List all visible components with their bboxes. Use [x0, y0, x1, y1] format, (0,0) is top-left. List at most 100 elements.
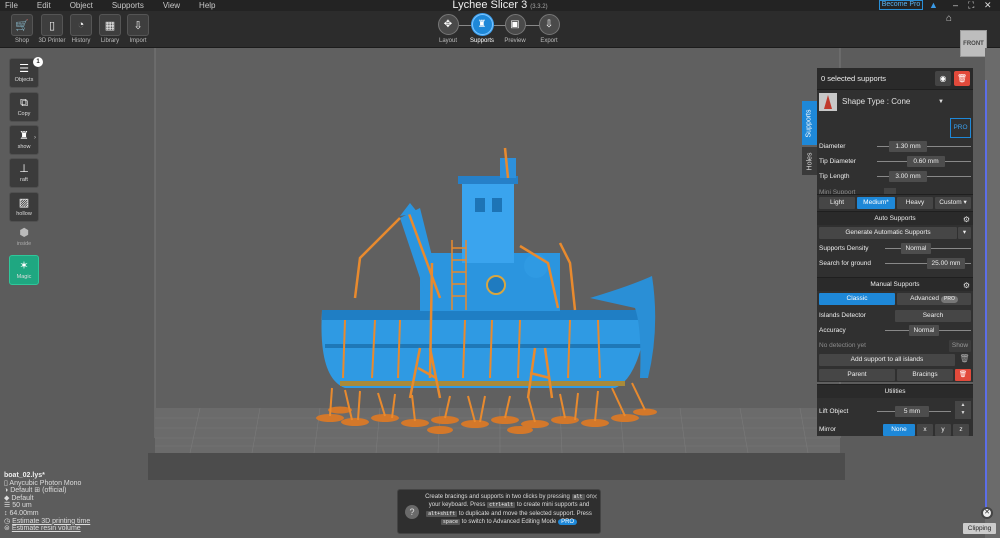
supports-panel: 0 selected supports ◉ 🗑 Shape Type : Con…: [817, 68, 973, 436]
mirror-z-button[interactable]: z: [953, 424, 969, 436]
lift-value[interactable]: 5 mm: [895, 406, 929, 417]
step-preview[interactable]: ▣ Preview: [499, 14, 531, 44]
show-label: show: [17, 144, 31, 150]
menu-edit[interactable]: Edit: [37, 1, 51, 10]
raft-button[interactable]: ⊥ raft: [9, 158, 39, 188]
maximize-icon[interactable]: ⛶: [968, 0, 974, 11]
tip-length-value[interactable]: 3.00 mm: [889, 171, 927, 182]
hollow-button[interactable]: ▨ hollow: [9, 192, 39, 222]
search-ground-value[interactable]: 25.00 mm: [927, 258, 965, 269]
hull-rim: [322, 310, 648, 320]
minimize-icon[interactable]: –: [953, 0, 958, 10]
shop-label: Shop: [14, 38, 29, 44]
step-layout[interactable]: ✥ Layout: [432, 14, 464, 44]
menu-supports[interactable]: Supports: [112, 1, 144, 10]
model-height-info: ↕ 64.00mm: [4, 509, 39, 517]
file-name: boat_02.lys*: [4, 472, 45, 479]
import-button[interactable]: ⇩ Import: [123, 14, 153, 44]
copy-button[interactable]: ⧉ Copy: [9, 92, 39, 122]
clipping-slider-handle[interactable]: ✕: [981, 507, 993, 519]
tip-diameter-value[interactable]: 0.60 mm: [907, 156, 945, 167]
profile-name: Default: [11, 494, 34, 502]
generate-supports-button[interactable]: Generate Automatic Supports: [819, 227, 957, 239]
clipping-button[interactable]: Clipping: [963, 523, 996, 534]
mirror-none-button[interactable]: None: [883, 424, 915, 436]
export-icon: ⇩: [538, 14, 560, 35]
show-islands-button[interactable]: Show: [949, 340, 971, 352]
chevron-right-icon[interactable]: ›: [34, 135, 36, 141]
printer-name: ▯ Anycubic Photon Mono: [4, 479, 82, 487]
view-cube[interactable]: FRONT: [960, 30, 987, 57]
estimate-time-link[interactable]: Estimate 3D printing time: [12, 518, 90, 525]
layer-height-info: ☰ 50 um: [4, 502, 32, 510]
warning-icon[interactable]: ▲: [929, 0, 938, 10]
menu-view[interactable]: View: [163, 1, 180, 10]
tip-text: Create bracings and supports in two clic…: [424, 493, 594, 527]
selected-count: 0 selected supports: [821, 74, 887, 83]
parent-button[interactable]: Parent: [819, 369, 895, 381]
density-value[interactable]: Normal: [901, 243, 931, 254]
auto-supports-section: Auto Supports ⚙ Generate Automatic Suppo…: [817, 211, 973, 277]
copy-icon: ⧉: [20, 97, 28, 109]
step-supports[interactable]: ♜ Supports: [466, 14, 498, 44]
shop-button[interactable]: 🛒 Shop: [7, 14, 37, 44]
lift-label: Lift Object: [819, 408, 849, 415]
accuracy-value[interactable]: Normal: [909, 325, 939, 336]
search-ground-label: Search for ground: [819, 260, 872, 267]
advanced-mode-button[interactable]: Advanced PRO: [897, 293, 971, 305]
classic-mode-button[interactable]: Classic: [819, 293, 895, 305]
inside-button[interactable]: ⬢ inside: [9, 222, 39, 252]
diameter-value[interactable]: 1.30 mm: [889, 141, 927, 152]
gear-icon[interactable]: ⚙: [963, 213, 970, 226]
menu-help[interactable]: Help: [199, 1, 215, 10]
generate-dropdown-caret[interactable]: ▾: [958, 227, 971, 239]
menu-file[interactable]: File: [5, 1, 18, 10]
delete-supports-icon[interactable]: 🗑: [955, 369, 971, 381]
tab-supports[interactable]: Supports: [802, 101, 817, 145]
add-support-all-islands-button[interactable]: Add support to all islands: [819, 354, 955, 366]
preset-heavy[interactable]: Heavy: [897, 197, 933, 209]
tab-holes-label: Holes: [806, 152, 813, 170]
delete-trash-icon[interactable]: 🗑: [954, 71, 970, 86]
hide-eye-icon[interactable]: ◉: [935, 71, 951, 86]
printer-icon: ▯: [41, 14, 63, 36]
become-pro-button[interactable]: Become Pro: [879, 0, 923, 10]
lift-stepper[interactable]: ▲ ▼: [955, 401, 971, 419]
cone-shape-icon: [819, 93, 837, 111]
preset-light[interactable]: Light: [819, 197, 855, 209]
trash-icon[interactable]: 🗑: [958, 354, 971, 366]
history-button[interactable]: ◔ History: [66, 14, 96, 44]
tip-part3: to create mini supports and: [516, 502, 590, 509]
list-icon: ☰: [19, 63, 29, 75]
window-2: [492, 198, 502, 212]
printer-button[interactable]: ▯ 3D Printer: [37, 14, 67, 44]
home-icon[interactable]: ⌂: [946, 13, 952, 24]
gear-icon[interactable]: ⚙: [963, 279, 970, 292]
tab-holes[interactable]: Holes: [802, 147, 817, 175]
tip-part6: to switch to Advanced Editing Mode: [461, 519, 557, 526]
history-label: History: [71, 38, 91, 44]
magic-button[interactable]: ✶ Magic: [9, 255, 39, 285]
shape-type-label: Shape Type : Cone: [842, 97, 911, 106]
bracings-button[interactable]: Bracings: [897, 369, 953, 381]
mirror-x-button[interactable]: x: [917, 424, 933, 436]
density-label: Supports Density: [819, 245, 869, 252]
shape-type-dropdown[interactable]: Shape Type : Cone ▼: [839, 93, 947, 111]
preset-medium[interactable]: Medium*: [857, 197, 895, 209]
tip-pro-badge: PRO: [558, 519, 578, 526]
library-icon: ▦: [99, 14, 121, 36]
shape-pro-badge[interactable]: PRO: [950, 118, 971, 138]
raft-label: raft: [20, 177, 28, 183]
menu-object[interactable]: Object: [70, 1, 93, 10]
library-button[interactable]: ▦ Library: [95, 14, 125, 44]
kbd-space: space: [440, 519, 460, 526]
step-export[interactable]: ⇩ Export: [533, 14, 565, 44]
kbd-alt-shift: alt+shift: [426, 510, 458, 517]
estimate-resin-link[interactable]: Estimate resin volume: [12, 525, 81, 532]
preset-custom-dropdown[interactable]: Custom ▾: [935, 197, 971, 209]
islands-search-button[interactable]: Search: [895, 310, 971, 322]
layer-height: 50 um: [12, 502, 32, 510]
clipping-slider-track[interactable]: [985, 80, 987, 510]
close-icon[interactable]: ✕: [984, 0, 992, 11]
mirror-y-button[interactable]: y: [935, 424, 951, 436]
